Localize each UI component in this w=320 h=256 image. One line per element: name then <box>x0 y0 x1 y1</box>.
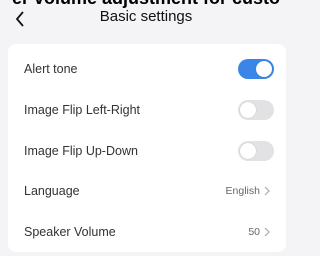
toggle-knob <box>240 102 256 118</box>
speaker-volume-value: 50 <box>248 226 260 238</box>
chevron-right-icon <box>264 226 274 238</box>
language-label: Language <box>24 184 80 198</box>
language-row[interactable]: Language English <box>8 171 286 211</box>
flip-left-right-label: Image Flip Left-Right <box>24 103 141 117</box>
settings-card: Alert tone Image Flip Left-Right Image F… <box>8 44 286 252</box>
flip-left-right-row: Image Flip Left-Right <box>8 90 286 130</box>
flip-up-down-toggle[interactable] <box>238 141 274 161</box>
toggle-knob <box>256 61 272 77</box>
alert-tone-toggle[interactable] <box>238 59 274 79</box>
speaker-volume-value-wrap: 50 <box>248 226 274 238</box>
language-value-wrap: English <box>226 185 274 197</box>
speaker-volume-row[interactable]: Speaker Volume 50 <box>8 212 286 252</box>
alert-tone-row: Alert tone <box>8 49 286 89</box>
language-value: English <box>225 185 260 197</box>
page-header: Basic settings <box>0 6 292 36</box>
flip-up-down-label: Image Flip Up-Down <box>24 144 138 158</box>
chevron-right-icon <box>264 185 274 197</box>
toggle-knob <box>240 143 256 159</box>
page-title: Basic settings <box>99 8 193 25</box>
flip-left-right-toggle[interactable] <box>238 100 274 120</box>
speaker-volume-label: Speaker Volume <box>24 225 116 239</box>
flip-up-down-row: Image Flip Up-Down <box>8 131 286 171</box>
alert-tone-label: Alert tone <box>24 62 78 76</box>
